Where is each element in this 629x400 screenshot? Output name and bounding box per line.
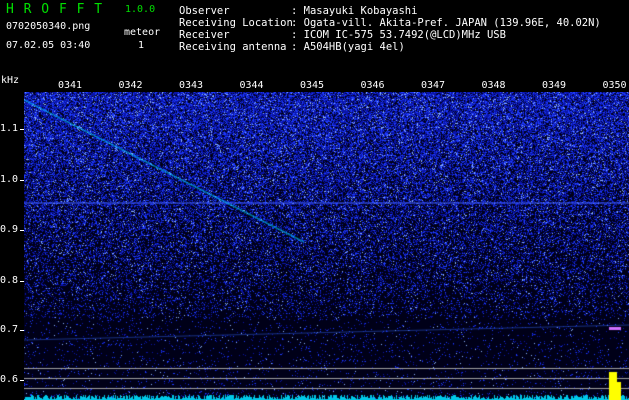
x-tick-label: 0350 [602, 80, 627, 91]
x-tick-label: 0347 [421, 80, 446, 91]
receiver-value: : ICOM IC-575 53.7492(@LCD)MHz USB [291, 29, 506, 41]
observer-value: : Masayuki Kobayashi [291, 5, 418, 17]
antenna-value: : A504HB(yagi 4el) [291, 41, 405, 53]
antenna-label: Receiving antenna [179, 41, 287, 53]
app-version: 1.0.0 [125, 4, 156, 15]
app-title: H R O F F T [6, 2, 104, 17]
x-tick-label: 0348 [481, 80, 506, 91]
meteor-count: 1 [138, 40, 145, 51]
x-tick-label: 0344 [239, 80, 264, 91]
meteor-label: meteor [124, 27, 161, 38]
y-axis [0, 92, 24, 400]
file-name: 0702050340.png [6, 21, 91, 32]
x-tick-label: 0345 [300, 80, 325, 91]
x-tick-label: 0343 [179, 80, 204, 91]
date-time: 07.02.05 03:40 [6, 40, 91, 51]
y-unit-label: kHz [1, 75, 20, 86]
receiver-label: Receiver [179, 29, 230, 41]
x-tick-label: 0349 [542, 80, 567, 91]
x-tick-label: 0346 [360, 80, 385, 91]
spectrogram-canvas [24, 92, 629, 400]
location-value: : Ogata-vill. Akita-Pref. JAPAN (139.96E… [291, 17, 601, 29]
observer-label: Observer [179, 5, 230, 17]
x-tick-label: 0341 [58, 80, 83, 91]
location-label: Receiving Location [179, 17, 293, 29]
x-tick-label: 0342 [118, 80, 143, 91]
